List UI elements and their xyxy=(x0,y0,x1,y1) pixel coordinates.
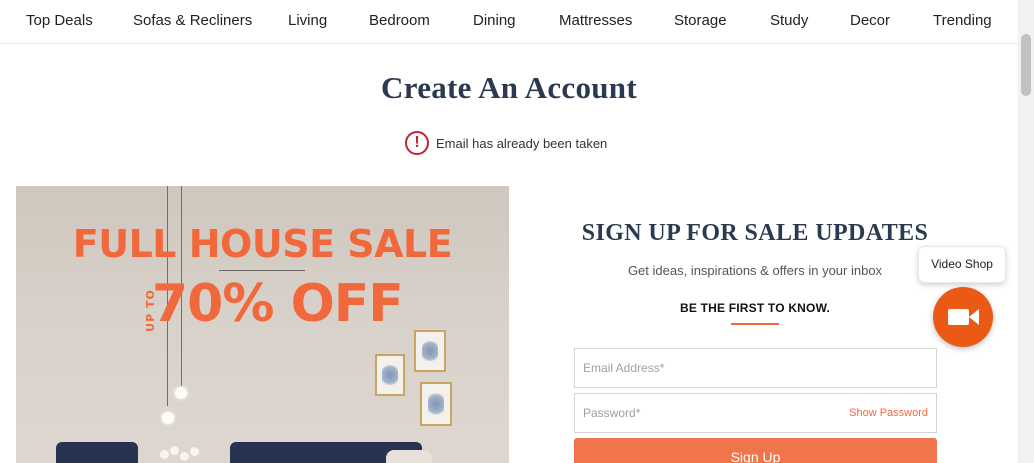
pendant-bulb xyxy=(162,412,174,424)
show-password-link[interactable]: Show Password xyxy=(849,407,928,419)
password-field[interactable]: Show Password xyxy=(574,393,937,433)
sale-headline: FULL HOUSE SALE xyxy=(72,222,453,266)
scrollbar-thumb[interactable] xyxy=(1021,34,1031,96)
signup-title: SIGN UP FOR SALE UPDATES xyxy=(581,220,929,246)
error-message: ! Email has already been taken xyxy=(405,130,607,156)
nav-item-mattresses[interactable]: Mattresses xyxy=(559,12,632,29)
error-text: Email has already been taken xyxy=(436,135,608,151)
alert-circle-icon: ! xyxy=(405,131,429,155)
email-input[interactable] xyxy=(583,361,928,375)
wall-art-frame xyxy=(375,354,405,396)
signup-subtitle: Get ideas, inspirations & offers in your… xyxy=(627,263,883,278)
nav-item-living[interactable]: Living xyxy=(288,12,327,29)
nav-item-study[interactable]: Study xyxy=(770,12,808,29)
discount-label: 70% OFF xyxy=(152,274,404,334)
signup-kicker: BE THE FIRST TO KNOW. xyxy=(680,301,830,315)
nav-item-dining[interactable]: Dining xyxy=(473,12,516,29)
nav-item-storage[interactable]: Storage xyxy=(674,12,727,29)
email-field[interactable] xyxy=(574,348,937,388)
nav-item-bedroom[interactable]: Bedroom xyxy=(369,12,430,29)
video-shop-button[interactable] xyxy=(933,287,993,347)
sofa-image xyxy=(56,442,138,463)
cushion-image xyxy=(386,450,432,463)
page-title: Create An Account xyxy=(381,70,637,105)
sign-up-button[interactable]: Sign Up xyxy=(574,438,937,463)
flower-vase xyxy=(156,444,212,463)
nav-item-trending[interactable]: Trending xyxy=(933,12,992,29)
video-camera-lens xyxy=(969,309,979,325)
wall-art-frame xyxy=(414,330,446,372)
nav-item-sofas-recliners[interactable]: Sofas & Recliners xyxy=(133,12,252,29)
page-scrollbar[interactable] xyxy=(1018,0,1034,463)
pendant-bulb xyxy=(175,387,187,399)
nav-item-top-deals[interactable]: Top Deals xyxy=(26,12,93,29)
top-navigation: Top Deals Sofas & Recliners Living Bedro… xyxy=(0,0,1018,44)
kicker-underline xyxy=(731,323,779,325)
signup-panel: SIGN UP FOR SALE UPDATES Get ideas, insp… xyxy=(570,220,940,325)
video-camera-icon xyxy=(948,309,969,325)
video-shop-label[interactable]: Video Shop xyxy=(918,246,1006,283)
password-input[interactable] xyxy=(583,406,842,420)
wall-art-frame xyxy=(420,382,452,426)
nav-item-decor[interactable]: Decor xyxy=(850,12,890,29)
sale-banner[interactable]: FULL HOUSE SALE UP TO 70% OFF xyxy=(16,186,509,463)
headline-divider xyxy=(219,270,305,271)
